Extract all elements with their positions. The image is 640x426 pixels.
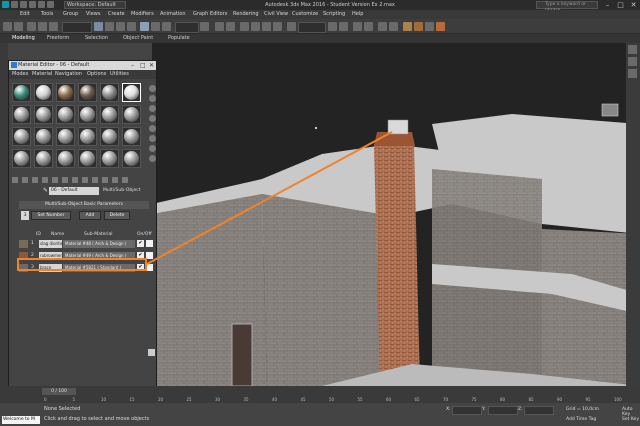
x-coordinate-field[interactable] bbox=[452, 406, 482, 415]
timeline-tick: 55 bbox=[357, 397, 363, 402]
timeline-tick: 90 bbox=[557, 397, 563, 402]
timeline-tick: 80 bbox=[500, 397, 506, 402]
grid-size: Grid = 10,0cm bbox=[566, 407, 599, 412]
add-time-tag-button[interactable]: Add Time Tag bbox=[566, 417, 596, 422]
z-label: Z: bbox=[518, 407, 523, 412]
timeline-tick: 5 bbox=[72, 397, 76, 402]
timeline-tick: 100 bbox=[614, 397, 622, 402]
timeline-tick: 10 bbox=[101, 397, 107, 402]
timeline-tick: 65 bbox=[414, 397, 420, 402]
timeline-tick: 40 bbox=[272, 397, 278, 402]
timeline-tick: 25 bbox=[186, 397, 192, 402]
timeline-tick: 85 bbox=[528, 397, 534, 402]
timeline-tick: 45 bbox=[300, 397, 306, 402]
time-slider-bar[interactable] bbox=[0, 386, 640, 403]
timeline-tick: 30 bbox=[215, 397, 221, 402]
maxscript-listener[interactable]: Welcome to M bbox=[2, 416, 40, 424]
y-label: Y: bbox=[482, 407, 486, 412]
timeline-tick: 20 bbox=[158, 397, 164, 402]
timeline-tick: 50 bbox=[329, 397, 335, 402]
x-label: X: bbox=[446, 407, 451, 412]
callout-line bbox=[146, 131, 393, 265]
set-key-button[interactable]: Set Key bbox=[622, 417, 639, 422]
selection-status: None Selected bbox=[44, 406, 81, 412]
timeline-tick: 60 bbox=[386, 397, 392, 402]
timeline-tick: 75 bbox=[471, 397, 477, 402]
timeline-tick: 0 bbox=[44, 397, 47, 402]
timeline-tick: 95 bbox=[585, 397, 591, 402]
y-coordinate-field[interactable] bbox=[488, 406, 518, 415]
prompt-line: Click and drag to select and move object… bbox=[44, 416, 150, 422]
timeline-tick: 70 bbox=[443, 397, 449, 402]
z-coordinate-field[interactable] bbox=[524, 406, 554, 415]
time-slider[interactable]: 0 / 100 bbox=[42, 388, 76, 395]
timeline-tick: 15 bbox=[129, 397, 135, 402]
auto-key-button[interactable]: Auto Key bbox=[622, 407, 640, 417]
timeline-tick: 35 bbox=[243, 397, 249, 402]
